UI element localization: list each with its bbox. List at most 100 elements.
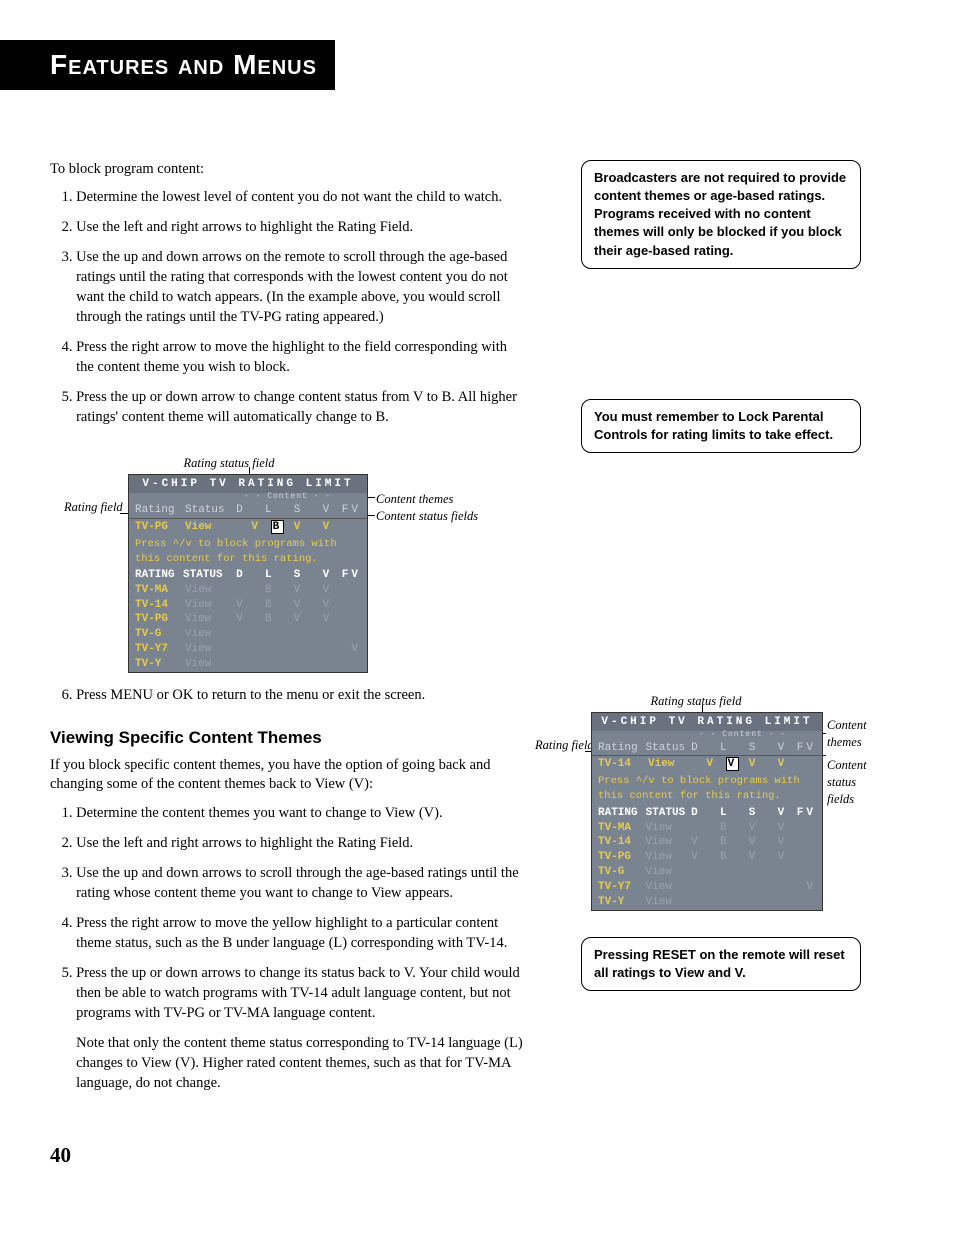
cell-flags [233,657,361,672]
panel-row: TV-14ViewV B V V [129,598,367,613]
panel-subtitle: - - Content - - [592,730,822,741]
panel-row: TV-GView [129,627,367,642]
cell-status: View [185,627,231,642]
step-item: Use the left and right arrows to highlig… [76,217,525,237]
cell-flags: V B V V [691,835,816,850]
main-columns: To block program content: Determine the … [50,160,904,1107]
panel-msg1: Press ^/v to block programs with [129,535,367,553]
panel-row: TV-Y7View V [592,880,822,895]
cell-rating: TV-Y [598,895,644,910]
cell-rating: TV-Y7 [598,880,644,895]
cell-status: View [646,835,690,850]
panel-thead: RATING STATUS D L S V FV [129,568,367,583]
cell-flags: V [691,880,816,895]
cell-rating: TV-G [598,865,644,880]
panel-row: TV-PGViewV B V V [129,612,367,627]
left-column: To block program content: Determine the … [50,160,525,1107]
cell-flags [691,895,816,910]
caption-rating-field: Rating field [64,499,120,516]
panel-header-row: Rating Status D L S V FV [129,503,367,519]
cell-status: View [646,895,690,910]
cell-status: View [185,612,231,627]
right-column: Broadcasters are not required to provide… [581,160,861,991]
sel-rating: TV-PG [135,520,183,535]
note-box-2: You must remember to Lock Parental Contr… [581,399,861,453]
cell-status: View [185,657,231,672]
page-header: Features and Menus [0,40,335,90]
th-rating: RATING [598,806,646,821]
cell-status: View [185,642,231,657]
sel-status: View [185,520,231,535]
step-item: Determine the content themes you want to… [76,803,525,823]
cell-rating: TV-PG [598,850,644,865]
steps-list-a-cont: Press MENU or OK to return to the menu o… [50,685,525,705]
caption-content-status: Content status fields [827,757,881,808]
cell-flags [691,865,816,880]
panel-row: TV-Y7View V [129,642,367,657]
intro-text: To block program content: [50,160,525,180]
panel-row: TV-MAView B V V [129,583,367,598]
th-status: STATUS [183,568,229,583]
step-item: Determine the lowest level of content yo… [76,187,525,207]
vchip-panel: V-CHIP TV RATING LIMIT - - Content - - R… [128,474,368,673]
caption-rating-field: Rating field [535,737,585,754]
cell-rating: TV-PG [135,612,183,627]
panel-thead: RATING STATUS D L S V FV [592,806,822,821]
sel-flags: V B V V [233,520,361,535]
th-flags: D L S V FV [691,806,816,821]
cell-flags: V B V V [691,850,816,865]
note-box-3: Pressing RESET on the remote will reset … [581,937,861,991]
cell-rating: TV-14 [598,835,644,850]
callout-line [367,515,375,516]
cell-rating: TV-Y [135,657,183,672]
figure-b: Rating status field Rating field Content… [557,693,875,910]
th-flags: D L S V FV [229,568,361,583]
cell-status: View [646,821,690,836]
steps-list-b: Determine the content themes you want to… [50,803,525,1093]
th-status: STATUS [646,806,692,821]
hdr-status: Status [185,503,231,518]
cell-flags: V B V V [233,612,361,627]
step-item: Press the right arrow to move the highli… [76,337,525,377]
panel-subtitle: - - Content - - [129,492,367,503]
step-item: Press MENU or OK to return to the menu o… [76,685,525,705]
flag-post: V V [739,758,816,770]
flag-pre: V [251,521,270,533]
panel-row: TV-GView [592,865,822,880]
th-rating: RATING [135,568,183,583]
sel-rating: TV-14 [598,757,646,772]
hdr-flags: D L S V FV [233,503,361,518]
sel-status: View [648,757,694,772]
caption-content-status: Content status fields [376,508,478,525]
section2-heading: Viewing Specific Content Themes [50,727,525,750]
cell-rating: TV-G [135,627,183,642]
step-item: Press the up or down arrows to change it… [76,963,525,1093]
cell-rating: TV-14 [135,598,183,613]
panel-header-row: Rating Status D L S V FV [592,741,822,757]
cell-status: View [646,880,690,895]
cell-status: View [185,583,231,598]
cell-rating: TV-MA [598,821,644,836]
step-item: Use the left and right arrows to highlig… [76,833,525,853]
step-item: Use the up and down arrows to scroll thr… [76,863,525,903]
cell-flags: V [233,642,361,657]
step-item: Press the right arrow to move the yellow… [76,913,525,953]
caption-content-themes: Content themes [376,491,453,508]
section2-intro: If you block specific content themes, yo… [50,756,525,795]
panel-row: TV-YView [592,895,822,910]
caption-top: Rating status field [517,693,875,710]
panel-selected-row: TV-PG View V B V V [129,520,367,535]
flag-pre: V [706,758,725,770]
hdr-rating: Rating [598,741,644,756]
panel-msg2: this content for this rating. [592,787,822,805]
flag-boxed: B [271,520,285,534]
callout-line [120,513,128,514]
panel-selected-row: TV-14 View V V V V [592,757,822,772]
step-item: Press the up or down arrow to change con… [76,387,525,427]
panel-msg1: Press ^/v to block programs with [592,772,822,790]
caption-top: Rating status field [0,455,494,472]
note-box-1: Broadcasters are not required to provide… [581,160,861,269]
hdr-rating: Rating [135,503,183,518]
panel-row: TV-PGViewV B V V [592,850,822,865]
step-note: Note that only the content theme status … [76,1033,525,1093]
